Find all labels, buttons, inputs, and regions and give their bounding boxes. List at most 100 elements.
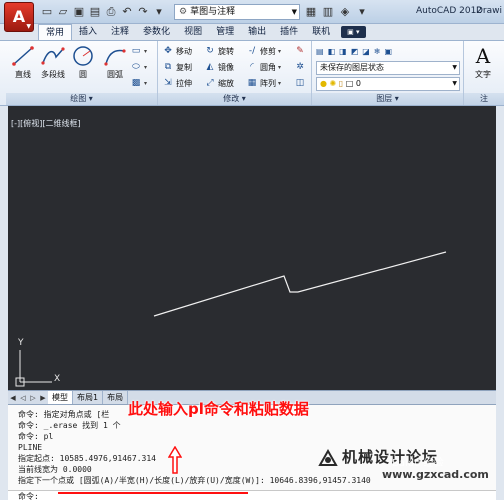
tab-output[interactable]: 输出 xyxy=(241,24,273,40)
tab-manage[interactable]: 管理 xyxy=(209,24,241,40)
scale-tool-button[interactable]: ⤢ 缩放 xyxy=(204,75,234,91)
explode-tool-button[interactable]: ✲ xyxy=(294,59,306,75)
new-file-icon[interactable]: ▭ xyxy=(40,4,54,20)
undo-icon[interactable]: ↶ xyxy=(120,4,134,20)
circle-tool-button[interactable]: 圆 xyxy=(68,45,98,80)
layer-state-icon[interactable]: ◧ xyxy=(328,43,336,59)
layer-properties-icon[interactable]: ▤ xyxy=(316,43,324,59)
tab-online[interactable]: 联机 xyxy=(305,24,337,40)
hatch-icon: ▩ xyxy=(131,78,141,88)
next-tab-arrow-icon[interactable]: ▷ xyxy=(28,394,38,402)
line-tool-button[interactable]: 直线 xyxy=(8,45,38,80)
array-tool-button[interactable]: ▦ 阵列 ▾ xyxy=(246,75,281,91)
layer-state-value: 未保存的图层状态 xyxy=(320,63,384,72)
current-layer-dropdown[interactable]: ● ✺ ▯ □ 0 ▼ xyxy=(316,77,460,91)
prev-tab-arrow-icon[interactable]: ◁ xyxy=(18,394,28,402)
tab-layout2[interactable]: 布局 xyxy=(103,391,129,404)
print-icon[interactable]: ⎙ xyxy=(104,4,118,20)
tab-view[interactable]: 视图 xyxy=(177,24,209,40)
tab-parametric[interactable]: 参数化 xyxy=(136,24,177,40)
rotate-tool-button[interactable]: ↻ 旋转 xyxy=(204,43,234,59)
panel-modify: ✥ 移动 ⧉ 复制 ⇲ 拉伸 ↻ 旋转 ◭ 镜像 ⤢ 缩放 -/修剪 ▾ ◜ 圆角 ▾ ▦ 阵列 ▾ … xyxy=(158,41,312,105)
baidu-watermark: Baidu 经验 xyxy=(392,458,444,469)
rectangle-icon: ▭ xyxy=(131,46,141,56)
chevron-down-icon[interactable]: ▾ xyxy=(152,4,166,20)
redo-icon[interactable]: ↷ xyxy=(136,4,150,20)
offset-tool-button[interactable]: ◫ xyxy=(294,75,306,91)
text-tool-button[interactable]: A 文字 xyxy=(468,45,498,80)
line-icon xyxy=(12,46,34,66)
save-icon[interactable]: ▣ xyxy=(72,4,86,20)
fillet-tool-button[interactable]: ◜ 圆角 ▾ xyxy=(246,59,281,75)
panel-draw-title[interactable]: 绘图 ▾ xyxy=(6,93,157,105)
panel-annotation: A 文字 注 xyxy=(464,41,504,105)
array-tool-label: 阵列 xyxy=(260,78,276,88)
stretch-tool-button[interactable]: ⇲ 拉伸 xyxy=(162,75,192,91)
tab-annotate[interactable]: 注释 xyxy=(104,24,136,40)
layer-tool-row: ▤ ◧ ◨ ◩ ◪ ❄ ▣ xyxy=(316,43,392,59)
panel-layers-title[interactable]: 图层 ▾ xyxy=(312,93,463,105)
mirror-icon: ◭ xyxy=(206,62,214,72)
panel-modify-title[interactable]: 修改 ▾ xyxy=(158,93,311,105)
last-tab-arrow-icon[interactable]: ▶ xyxy=(38,394,48,402)
site-url-watermark: www.gzxcad.com xyxy=(382,468,489,481)
layer-match-icon[interactable]: ◨ xyxy=(339,43,347,59)
layer-icon[interactable]: ▥ xyxy=(321,4,335,20)
polyline-tool-button[interactable]: 多段线 xyxy=(38,45,68,80)
open-folder-icon[interactable]: ▱ xyxy=(56,4,70,20)
properties-icon[interactable]: ▦ xyxy=(304,4,318,20)
layer-isolate-icon[interactable]: ◪ xyxy=(362,43,370,59)
workspace-switcher[interactable]: ⚙ 草图与注释 ▼ xyxy=(174,4,300,20)
erase-tool-button[interactable]: ✎ xyxy=(294,43,306,59)
copy-icon: ⧉ xyxy=(164,62,172,72)
tab-plugins[interactable]: 插件 xyxy=(273,24,305,40)
mirror-tool-button[interactable]: ◭ 镜像 xyxy=(204,59,234,75)
command-history-line: 指定下一个点或 [圆弧(A)/半宽(H)/长度(L)/放弃(U)/宽度(W)]:… xyxy=(18,476,371,485)
window-title: AutoCAD 2012 xyxy=(416,6,483,16)
chevron-down-icon: ▾ xyxy=(144,79,148,87)
copy-tool-button[interactable]: ⧉ 复制 xyxy=(162,59,192,75)
tab-layout1[interactable]: 布局1 xyxy=(73,391,104,404)
quick-access-toolbar-extra: ▦ ▥ ◈ ▾ xyxy=(304,4,369,20)
command-history-line: 指定起点: 10585.4976,91467.314 xyxy=(18,454,156,463)
layer-state-dropdown[interactable]: 未保存的图层状态 ▼ xyxy=(316,61,460,75)
match-properties-icon[interactable]: ◈ xyxy=(338,4,352,20)
ribbon-minimize-toggle[interactable]: ▣ ▾ xyxy=(341,26,366,38)
mirror-tool-label: 镜像 xyxy=(218,62,234,72)
tab-model[interactable]: 模型 xyxy=(48,391,73,404)
chevron-down-icon[interactable]: ▾ xyxy=(355,4,369,20)
hatch-tool-button[interactable]: ▩ ▾ xyxy=(130,75,147,91)
text-icon: A xyxy=(475,44,491,68)
command-prompt: 命令: xyxy=(18,492,39,500)
rectangle-tool-button[interactable]: ▭ ▾ xyxy=(130,43,147,59)
panel-layers-title-text: 图层 xyxy=(376,94,393,103)
scale-tool-label: 缩放 xyxy=(218,78,234,88)
trim-tool-label: 修剪 xyxy=(260,46,276,56)
panel-annotation-title-text: 注 xyxy=(480,94,488,103)
drawing-name: Drawi xyxy=(476,6,503,16)
workspace-name: 草图与注释 xyxy=(190,7,236,17)
line-tool-label: 直线 xyxy=(15,70,31,79)
save-as-icon[interactable]: ▤ xyxy=(88,4,102,20)
rotate-tool-label: 旋转 xyxy=(218,46,234,56)
move-tool-button[interactable]: ✥ 移动 xyxy=(162,43,192,59)
quick-access-toolbar: ▭ ▱ ▣ ▤ ⎙ ↶ ↷ ▾ xyxy=(40,4,166,20)
panel-annotation-title[interactable]: 注 xyxy=(464,93,504,105)
circle-tool-label: 圆 xyxy=(79,70,87,79)
first-tab-arrow-icon[interactable]: ◀ xyxy=(8,394,18,402)
draw-small-tools: ▭ ▾ ⬭ ▾ ▩ ▾ xyxy=(130,43,147,91)
application-menu-button[interactable]: A ▼ xyxy=(4,2,34,32)
tab-insert[interactable]: 插入 xyxy=(72,24,104,40)
polyline-entity[interactable] xyxy=(153,251,447,317)
layer-lock-icon[interactable]: ▣ xyxy=(385,43,393,59)
ellipse-tool-button[interactable]: ⬭ ▾ xyxy=(130,59,147,75)
layer-previous-icon[interactable]: ◩ xyxy=(351,43,359,59)
unlock-icon: ▯ xyxy=(338,79,344,88)
fillet-tool-label: 圆角 xyxy=(260,62,276,72)
drawing-canvas[interactable]: [-][俯视][二维线框] Y X xyxy=(8,106,496,390)
ribbon: 直线 多段线 圆 圆弧 ▭ ▾ ⬭ ▾ ▩ ▾ 绘图 ▾ ✥ 移动 ⧉ 复制 ⇲… xyxy=(0,40,504,106)
tab-home[interactable]: 常用 xyxy=(38,24,73,40)
layer-freeze-icon[interactable]: ❄ xyxy=(374,43,381,59)
arc-tool-button[interactable]: 圆弧 xyxy=(100,45,130,80)
trim-tool-button[interactable]: -/ 修剪 ▾ xyxy=(246,43,281,59)
